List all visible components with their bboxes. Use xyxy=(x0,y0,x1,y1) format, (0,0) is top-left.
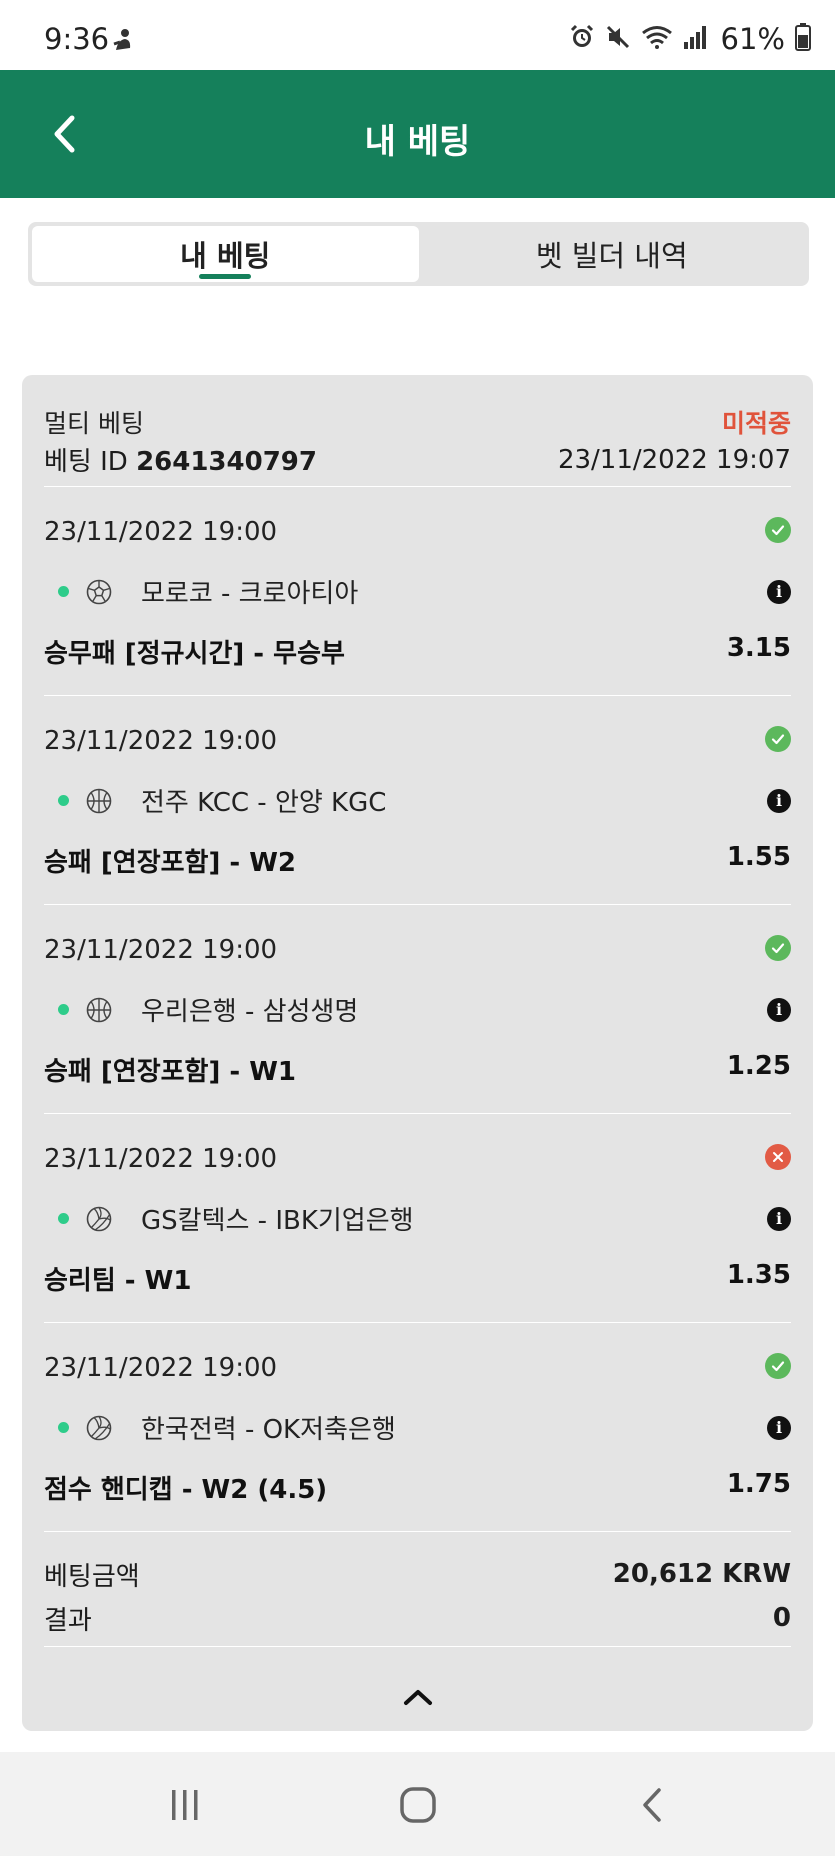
tab-bet-builder-history[interactable]: 벳 빌더 내역 xyxy=(419,226,806,282)
market-name: 승패 [연장포함] - W1 xyxy=(44,1057,297,1087)
home-button[interactable] xyxy=(388,1780,448,1830)
match-name: GS칼텍스 - IBK기업은행 xyxy=(141,1206,414,1236)
battery-percent: 61% xyxy=(720,22,785,56)
selection-row: 23/11/2022 19:00 우리은행 - 삼성생명 i 승패 [연장포함] - … xyxy=(44,905,791,1114)
match-name: 우리은행 - 삼성생명 xyxy=(141,997,359,1027)
won-status-icon xyxy=(765,1353,791,1379)
selection-date: 23/11/2022 19:00 xyxy=(44,726,278,756)
odds-value: 3.15 xyxy=(726,633,791,663)
selection-row: 23/11/2022 19:00 GS칼텍스 - IBK기업은행 i 승리팀 - W1… xyxy=(44,1114,791,1323)
check-icon xyxy=(771,943,785,954)
info-icon[interactable]: i xyxy=(767,788,791,813)
back-icon xyxy=(643,1788,661,1822)
stake-label: 베팅금액 xyxy=(44,1561,140,1592)
active-tab-indicator xyxy=(199,274,252,279)
selection-row: 23/11/2022 19:00 모로코 - 크로아티아 i 승무패 [정규시간] -… xyxy=(44,487,791,696)
signal-icon xyxy=(683,24,707,54)
won-status-icon xyxy=(765,935,791,961)
selection-match: 전주 KCC - 안양 KGC i xyxy=(44,782,791,819)
recent-apps-button[interactable] xyxy=(155,1780,215,1830)
selection-market: 승패 [연장포함] - W2 1.55 xyxy=(44,842,791,879)
bet-status-badge: 미적중 xyxy=(721,409,791,438)
basketball-icon xyxy=(85,787,113,815)
app-header: 내 베팅 xyxy=(0,70,835,198)
notification-icon xyxy=(112,28,134,56)
chevron-up-icon xyxy=(403,1690,432,1705)
selection-date: 23/11/2022 19:00 xyxy=(44,1353,278,1383)
selection-market: 승패 [연장포함] - W1 1.25 xyxy=(44,1051,791,1088)
page-title: 내 베팅 xyxy=(364,122,471,162)
selection-match: 우리은행 - 삼성생명 i xyxy=(44,991,791,1028)
lost-status-icon xyxy=(765,1144,791,1170)
odds-value: 1.75 xyxy=(726,1469,791,1499)
live-dot-icon xyxy=(58,586,69,597)
basketball-icon xyxy=(85,996,113,1024)
bet-placed-time: 23/11/2022 19:07 xyxy=(557,444,791,475)
mute-icon xyxy=(605,24,631,54)
live-dot-icon xyxy=(58,795,69,806)
selection-row: 23/11/2022 19:00 한국전력 - OK저축은행 i 점수 핸디캡 - W… xyxy=(44,1323,791,1532)
alarm-icon xyxy=(569,24,595,54)
selection-market: 승리팀 - W1 1.35 xyxy=(44,1260,791,1297)
won-status-icon xyxy=(765,726,791,752)
info-icon[interactable]: i xyxy=(767,579,791,604)
selection-match: 한국전력 - OK저축은행 i xyxy=(44,1409,791,1446)
status-icons: 61% xyxy=(569,22,811,56)
market-name: 점수 핸디캡 - W2 (4.5) xyxy=(44,1475,328,1505)
match-name: 전주 KCC - 안양 KGC xyxy=(141,788,387,818)
live-dot-icon xyxy=(58,1213,69,1224)
battery-icon xyxy=(795,23,811,55)
home-icon xyxy=(400,1787,436,1823)
recent-apps-icon xyxy=(172,1790,198,1820)
info-icon[interactable]: i xyxy=(767,1415,791,1440)
soccer-icon xyxy=(85,578,113,606)
result-value: 0 xyxy=(772,1603,791,1633)
volleyball-icon xyxy=(85,1205,113,1233)
cross-icon xyxy=(773,1152,783,1162)
tab-my-bets[interactable]: 내 베팅 xyxy=(32,226,419,282)
check-icon xyxy=(771,734,785,745)
market-name: 승무패 [정규시간] - 무승부 xyxy=(44,639,345,669)
volleyball-icon xyxy=(85,1414,113,1442)
collapse-button[interactable] xyxy=(388,1675,448,1719)
system-nav-bar xyxy=(0,1752,835,1856)
odds-value: 1.25 xyxy=(726,1051,791,1081)
selection-date: 23/11/2022 19:00 xyxy=(44,1144,278,1174)
odds-value: 1.55 xyxy=(726,842,791,872)
bet-summary: 베팅금액 20,612 KRW 결과 0 xyxy=(44,1532,791,1647)
wifi-icon xyxy=(641,24,673,54)
selection-market: 점수 핸디캡 - W2 (4.5) 1.75 xyxy=(44,1469,791,1506)
selection-list: 23/11/2022 19:00 모로코 - 크로아티아 i 승무패 [정규시간] -… xyxy=(44,487,791,1532)
check-icon xyxy=(771,1361,785,1372)
bet-id: 베팅 ID 2641340797 xyxy=(44,447,317,477)
market-name: 승리팀 - W1 xyxy=(44,1266,192,1296)
live-dot-icon xyxy=(58,1004,69,1015)
system-back-button[interactable] xyxy=(622,1780,682,1830)
selection-row: 23/11/2022 19:00 전주 KCC - 안양 KGC i 승패 [연장포함… xyxy=(44,696,791,905)
match-name: 모로코 - 크로아티아 xyxy=(141,579,359,609)
status-bar: 9:36 61% xyxy=(0,0,835,70)
selection-date: 23/11/2022 19:00 xyxy=(44,517,278,547)
tab-label: 벳 빌더 내역 xyxy=(535,239,688,273)
info-icon[interactable]: i xyxy=(767,997,791,1022)
match-name: 한국전력 - OK저축은행 xyxy=(141,1415,396,1445)
status-time: 9:36 xyxy=(44,22,110,56)
info-icon[interactable]: i xyxy=(767,1206,791,1231)
live-dot-icon xyxy=(58,1422,69,1433)
bet-tabs: 내 베팅 벳 빌더 내역 xyxy=(28,222,809,286)
bet-card: 멀티 베팅 미적중 베팅 ID 2641340797 23/11/2022 19… xyxy=(22,375,813,1731)
selection-match: 모로코 - 크로아티아 i xyxy=(44,573,791,610)
selection-match: GS칼텍스 - IBK기업은행 i xyxy=(44,1200,791,1237)
won-status-icon xyxy=(765,517,791,543)
selection-date: 23/11/2022 19:00 xyxy=(44,935,278,965)
odds-value: 1.35 xyxy=(726,1260,791,1290)
selection-market: 승무패 [정규시간] - 무승부 3.15 xyxy=(44,633,791,670)
check-icon xyxy=(771,525,785,536)
stake-value: 20,612 KRW xyxy=(612,1559,791,1589)
tab-label: 내 베팅 xyxy=(180,239,271,273)
bet-type: 멀티 베팅 xyxy=(44,409,144,438)
market-name: 승패 [연장포함] - W2 xyxy=(44,848,297,878)
result-label: 결과 xyxy=(44,1605,92,1636)
